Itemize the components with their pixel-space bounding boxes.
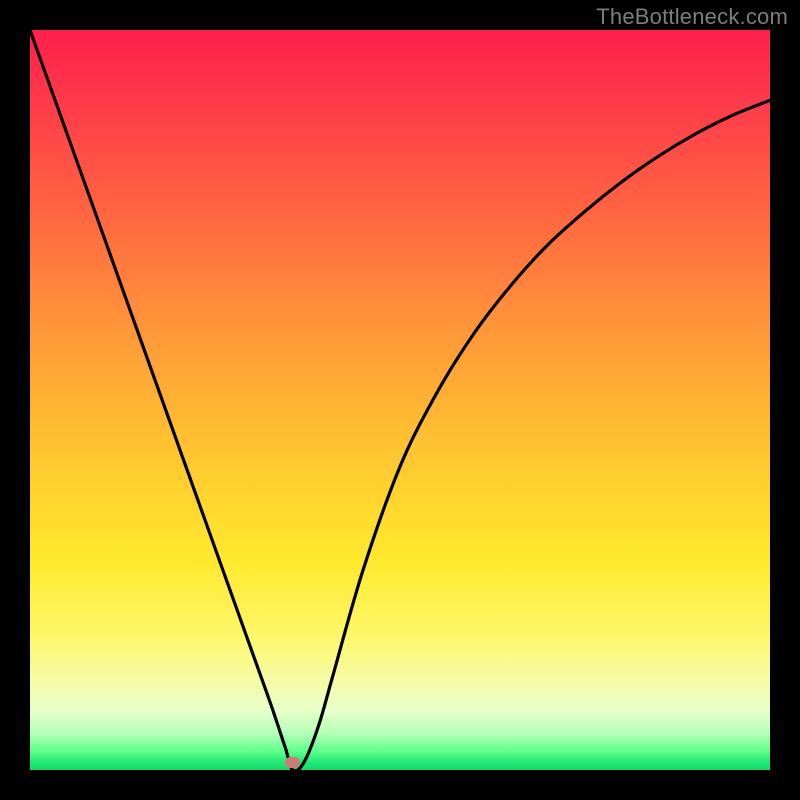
chart-gradient-area: [30, 30, 770, 770]
watermark-text: TheBottleneck.com: [596, 4, 788, 30]
optimal-marker: [285, 757, 300, 768]
chart-frame: TheBottleneck.com: [0, 0, 800, 800]
